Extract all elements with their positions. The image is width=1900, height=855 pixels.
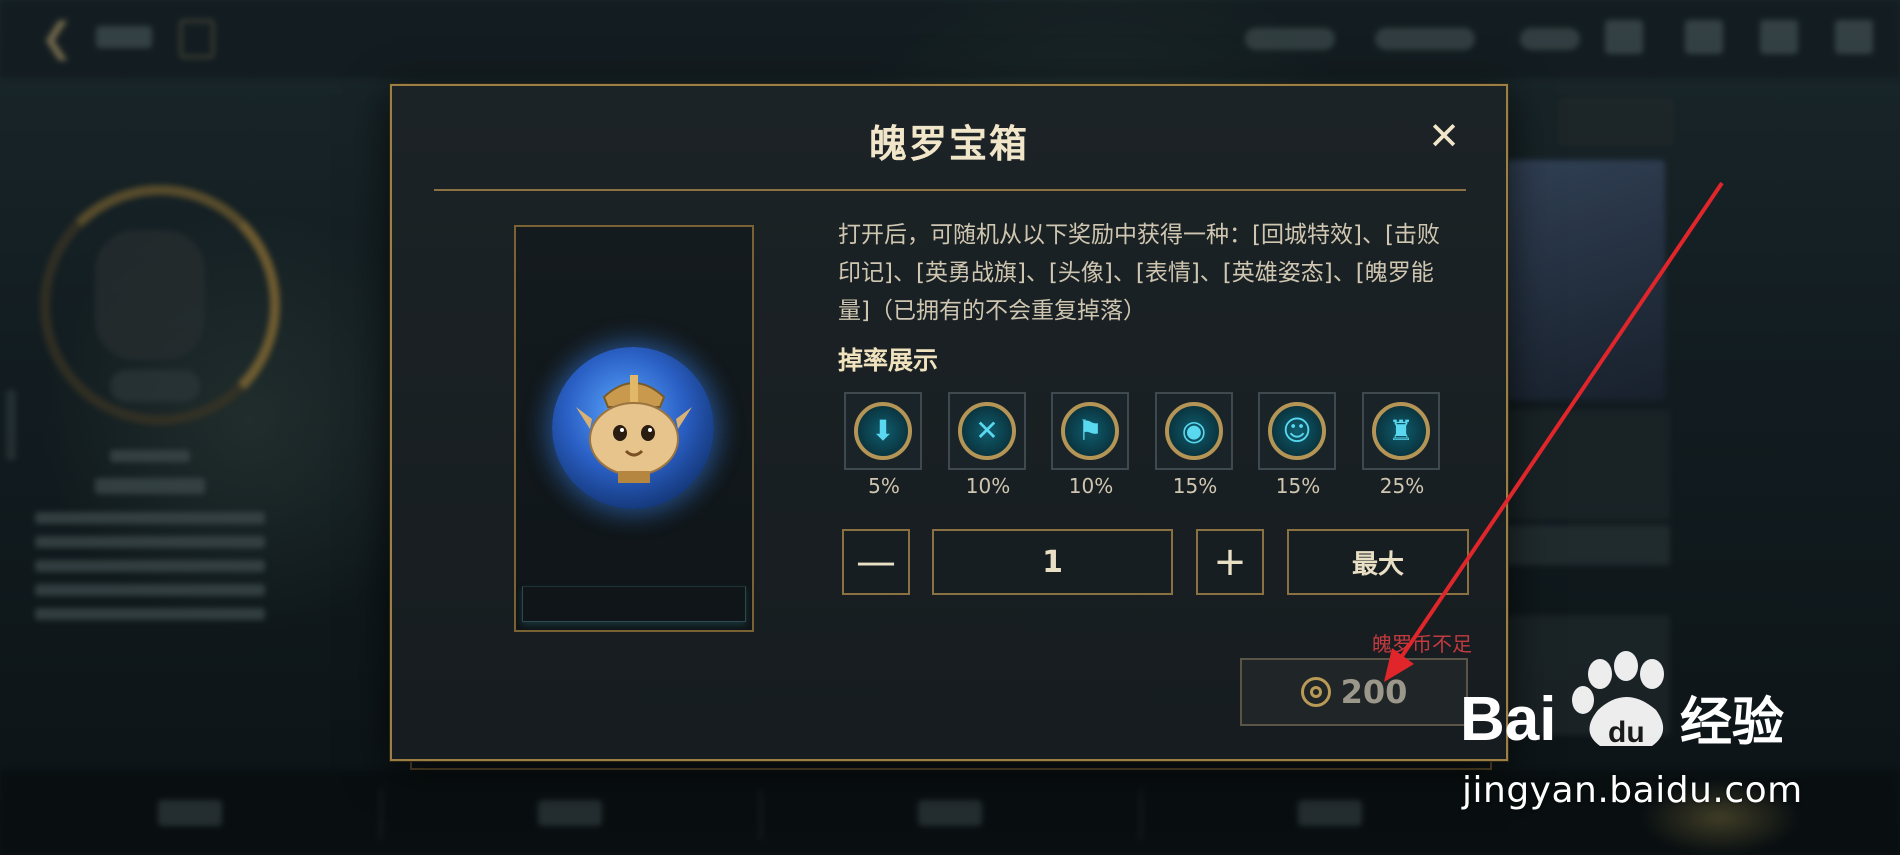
modal-title: 魄罗宝箱 <box>868 122 1029 166</box>
bottom-divider <box>380 790 382 840</box>
title-divider <box>434 189 1466 191</box>
bg-text-line <box>35 512 265 524</box>
max-quantity-button[interactable]: 最大 <box>1287 529 1469 595</box>
minus-icon: — <box>856 539 896 585</box>
quantity-increase-button[interactable]: + <box>1196 529 1264 595</box>
chest-card-base <box>522 586 746 622</box>
drop-item[interactable]: ♜ 25% <box>1362 392 1442 498</box>
poro-coin-icon <box>1300 677 1331 707</box>
skin-card-image <box>1505 160 1665 400</box>
drop-rate: 25% <box>1379 474 1425 498</box>
bottom-divider <box>760 790 762 840</box>
skin-card-price <box>1480 525 1670 565</box>
poro-chest-modal: 魄罗宝箱 ✕ 打开后，可随机从以下奖励中获得一种：[回城特效]、[击败印记]、[… <box>390 84 1508 761</box>
drop-item-frame: ◉ <box>1155 392 1233 470</box>
drop-glyph: ✕ <box>975 414 999 447</box>
emote-icon: ☺ <box>1268 402 1326 460</box>
drop-item[interactable]: ⬇ 5% <box>844 392 924 498</box>
drop-item-frame: ☺ <box>1258 392 1336 470</box>
drop-item[interactable]: ☺ 15% <box>1258 392 1338 498</box>
side-text <box>6 390 16 460</box>
avatar-icon: ◉ <box>1165 402 1223 460</box>
drop-item[interactable]: ✕ 10% <box>948 392 1028 498</box>
modal-underlay <box>410 760 1492 770</box>
drop-glyph: ⚑ <box>1077 414 1103 447</box>
insufficient-currency-warning: 魄罗币不足 <box>1372 632 1472 656</box>
drop-glyph: ♜ <box>1388 414 1414 447</box>
close-icon: ✕ <box>1428 114 1460 158</box>
plus-icon: + <box>1213 539 1247 585</box>
bottom-tab <box>158 800 222 826</box>
drop-glyph: ⬇ <box>871 414 895 447</box>
bg-text-line <box>35 560 265 572</box>
top-mail-icon <box>1760 20 1798 54</box>
close-button[interactable]: ✕ <box>1424 116 1464 156</box>
bg-text-line <box>35 608 265 620</box>
back-label-placeholder <box>96 26 152 48</box>
edit-pill <box>110 370 200 402</box>
watermark-url: jingyan.baidu.com <box>1462 770 1803 811</box>
drop-rate: 15% <box>1172 474 1218 498</box>
bg-text-line <box>95 478 205 494</box>
bottom-tab <box>538 800 602 826</box>
refresh-button <box>1560 100 1672 144</box>
currency-chip <box>1245 28 1335 50</box>
drop-item[interactable]: ◉ 15% <box>1155 392 1235 498</box>
currency-chip <box>1375 28 1475 50</box>
drop-rate-title: 掉率展示 <box>838 346 939 375</box>
top-plus-icon <box>1605 20 1643 54</box>
bg-text-line <box>110 450 190 462</box>
currency-chip <box>1520 28 1580 50</box>
hero-pose-icon: ♜ <box>1372 402 1430 460</box>
drop-item-frame: ⚑ <box>1051 392 1129 470</box>
skin-card-image <box>1480 615 1670 735</box>
drop-item-frame: ✕ <box>948 392 1026 470</box>
drop-item[interactable]: ⚑ 10% <box>1051 392 1131 498</box>
back-arrow-icon: ❮ <box>40 15 74 61</box>
bottom-tab <box>918 800 982 826</box>
quantity-decrease-button[interactable]: — <box>842 529 910 595</box>
drop-item-frame: ♜ <box>1362 392 1440 470</box>
drop-item-frame: ⬇ <box>844 392 922 470</box>
profile-avatar <box>95 230 205 360</box>
bg-text-line <box>35 536 265 548</box>
skin-card-info <box>1480 410 1670 520</box>
buy-price: 200 <box>1340 673 1408 711</box>
poro-chest-icon <box>576 375 692 483</box>
drop-rate: 10% <box>1068 474 1114 498</box>
bottom-tab <box>1298 800 1362 826</box>
top-menu-icon <box>1685 20 1723 54</box>
drop-glyph: ☺ <box>1282 414 1312 447</box>
bottom-divider <box>1140 790 1142 840</box>
buy-button[interactable]: 200 <box>1240 658 1468 726</box>
drop-glyph: ◉ <box>1181 414 1207 447</box>
recall-effect-icon: ⬇ <box>854 402 912 460</box>
poro-coin-inner <box>1309 686 1322 698</box>
chest-preview-card <box>514 225 754 632</box>
chest-description: 打开后，可随机从以下奖励中获得一种：[回城特效]、[击败印记]、[英勇战旗]、[… <box>838 222 1440 324</box>
drop-rate: 5% <box>868 474 900 498</box>
kill-mark-icon: ✕ <box>958 402 1016 460</box>
drop-rate: 15% <box>1275 474 1321 498</box>
top-settings-icon <box>1835 20 1873 54</box>
banner-icon: ⚑ <box>1061 402 1119 460</box>
help-icon <box>180 20 214 58</box>
bg-text-line <box>35 584 265 596</box>
quantity-input[interactable]: 1 <box>932 529 1173 595</box>
drop-rate: 10% <box>965 474 1011 498</box>
